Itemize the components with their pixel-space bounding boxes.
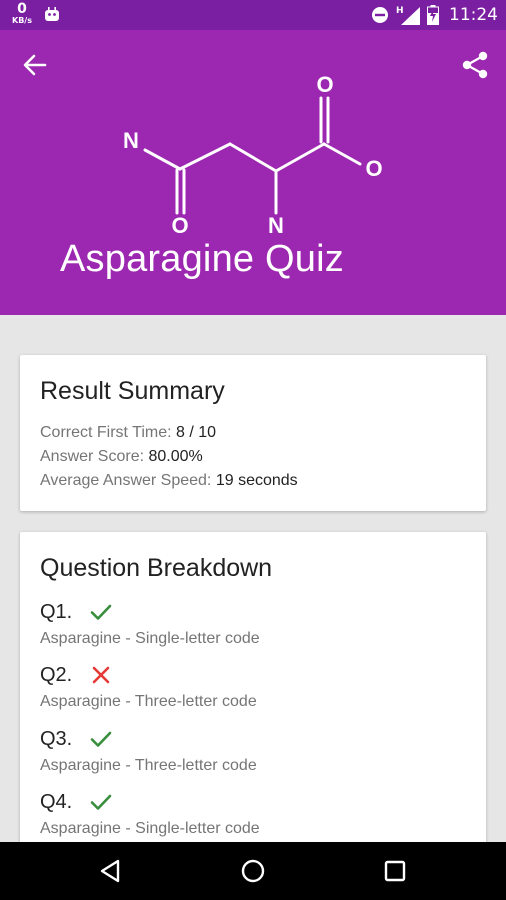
checkmark-icon — [91, 604, 112, 620]
status-icons: H 11:24 — [371, 0, 498, 30]
network-speed-unit: KB/s — [12, 16, 32, 25]
atom-n-left: N — [123, 128, 139, 153]
average-answer-speed-value: 19 seconds — [215, 472, 298, 489]
android-debug-icon — [45, 7, 59, 21]
question-description: Asparagine - Single-letter code — [40, 820, 260, 837]
correct-first-time-value: 8 / 10 — [176, 424, 217, 441]
share-icon[interactable] — [458, 48, 492, 82]
question-breakdown-title: Question Breakdown — [40, 554, 273, 582]
cross-icon — [93, 666, 110, 684]
clock: 11:24 — [449, 5, 498, 25]
back-triangle-icon[interactable] — [96, 856, 126, 886]
network-speed: 0 KB/s — [10, 2, 34, 25]
question-item: Q1. Asparagine - Single-letter code — [40, 600, 260, 648]
atom-n-bottom: N — [268, 213, 284, 238]
signal-type-label: H — [396, 6, 404, 16]
correct-first-time-label: Correct First Time: — [40, 424, 172, 441]
average-answer-speed-row: Average Answer Speed: 19 seconds — [40, 472, 298, 490]
question-number: Q1. — [40, 600, 73, 623]
atom-o-bottom: O — [171, 213, 188, 238]
question-description: Asparagine - Three-letter code — [40, 693, 257, 710]
question-breakdown-card: Question Breakdown Q1. Asparagine - Sing… — [20, 532, 486, 872]
battery-charging-icon — [427, 5, 439, 25]
signal-icon: H — [396, 6, 420, 25]
question-item: Q4. Asparagine - Single-letter code — [40, 790, 260, 838]
atom-o-top: O — [316, 72, 333, 97]
page-title: Asparagine Quiz — [60, 238, 344, 280]
status-bar: 0 KB/s H 11:24 — [0, 0, 506, 30]
question-item: Q3. Asparagine - Three-letter code — [40, 727, 257, 775]
network-speed-value: 0 — [17, 1, 27, 17]
result-summary-title: Result Summary — [40, 377, 225, 405]
checkmark-icon — [91, 731, 112, 747]
checkmark-icon — [91, 794, 112, 810]
average-answer-speed-label: Average Answer Speed: — [40, 472, 212, 489]
do-not-disturb-icon — [372, 7, 388, 23]
question-description: Asparagine - Single-letter code — [40, 630, 260, 647]
answer-score-value: 80.00% — [148, 448, 203, 465]
home-circle-icon[interactable] — [238, 856, 268, 886]
correct-first-time-row: Correct First Time: 8 / 10 — [40, 424, 216, 442]
navigation-bar — [0, 842, 506, 900]
arrow-back-icon[interactable] — [18, 48, 52, 82]
answer-score-row: Answer Score: 80.00% — [40, 448, 203, 466]
question-number: Q4. — [40, 790, 73, 813]
recents-square-icon[interactable] — [380, 856, 410, 886]
question-description: Asparagine - Three-letter code — [40, 757, 257, 774]
atom-o-right: O — [365, 156, 382, 181]
question-number: Q2. — [40, 663, 73, 686]
result-summary-card: Result Summary Correct First Time: 8 / 1… — [20, 355, 486, 511]
answer-score-label: Answer Score: — [40, 448, 145, 465]
header-banner: N O O O N Asparagine Quiz — [0, 30, 506, 315]
question-number: Q3. — [40, 727, 73, 750]
question-item: Q2. Asparagine - Three-letter code — [40, 663, 257, 711]
